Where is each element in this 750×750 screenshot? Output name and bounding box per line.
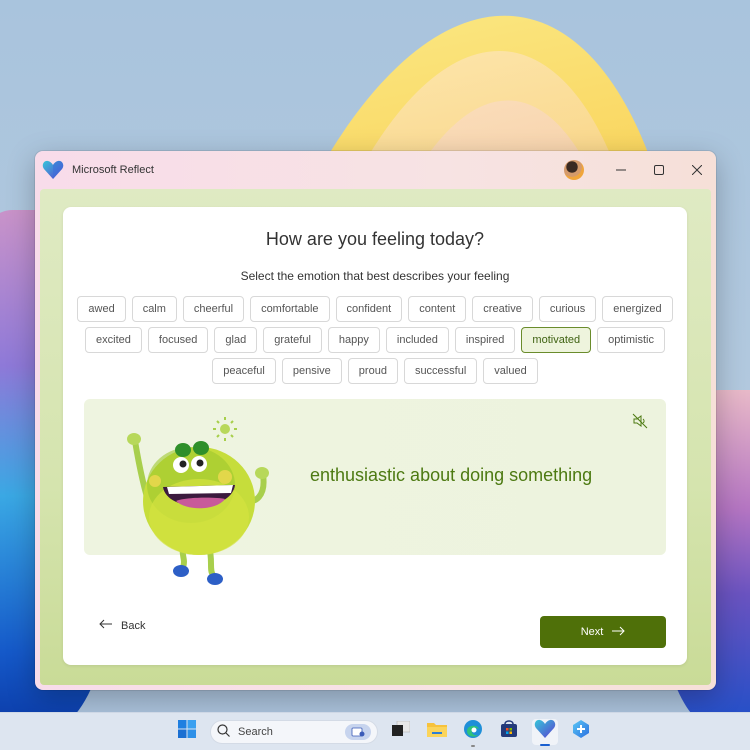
next-label: Next bbox=[580, 626, 604, 638]
taskbar-search[interactable]: Search bbox=[210, 719, 378, 744]
arrow-right-icon bbox=[611, 626, 626, 639]
search-placeholder: Search bbox=[238, 725, 273, 738]
emotion-chip-grateful[interactable]: grateful bbox=[263, 327, 322, 353]
task-view-icon bbox=[392, 720, 411, 742]
emotion-chip-happy[interactable]: happy bbox=[327, 327, 380, 353]
close-icon bbox=[691, 163, 703, 178]
user-avatar[interactable] bbox=[564, 160, 584, 180]
reflect-taskbar-button[interactable] bbox=[532, 718, 558, 746]
sun-icon bbox=[213, 417, 237, 441]
emotion-chip-row: awed calm cheerful comfortable confident cont… bbox=[77, 296, 673, 322]
emotion-card: How are you feeling today? Select the em… bbox=[63, 207, 687, 665]
emotion-chip-pensive[interactable]: pensive bbox=[281, 358, 342, 384]
emotion-description: enthusiastic about doing something bbox=[310, 465, 593, 485]
emotion-chip-inspired[interactable]: inspired bbox=[454, 327, 516, 353]
back-label: Back bbox=[121, 619, 146, 632]
store-button[interactable] bbox=[496, 719, 522, 745]
emotion-chip-successful[interactable]: successful bbox=[403, 358, 478, 384]
heart-logo-icon bbox=[42, 159, 64, 181]
emotion-chip-excited[interactable]: excited bbox=[85, 327, 142, 353]
emotion-chip-energized[interactable]: energized bbox=[602, 296, 673, 322]
emotion-chip-confident[interactable]: confident bbox=[335, 296, 403, 322]
maximize-button[interactable] bbox=[640, 155, 678, 185]
emotion-chip-proud[interactable]: proud bbox=[347, 358, 398, 384]
emotion-chip-comfortable[interactable]: comfortable bbox=[250, 296, 330, 322]
copilot-button[interactable] bbox=[568, 719, 594, 745]
edge-button[interactable] bbox=[460, 719, 486, 747]
start-icon bbox=[178, 720, 196, 743]
emotion-chip-content[interactable]: content bbox=[408, 296, 467, 322]
emotion-chip-list: awed calm cheerful comfortable confident cont… bbox=[77, 296, 673, 384]
emotion-chip-glad[interactable]: glad bbox=[214, 327, 258, 353]
search-icon bbox=[217, 723, 230, 740]
maximize-icon bbox=[654, 163, 664, 178]
minimize-icon bbox=[616, 163, 626, 178]
taskbar: Search bbox=[0, 712, 750, 750]
back-button[interactable]: Back bbox=[99, 619, 145, 632]
emotion-chip-motivated[interactable]: motivated bbox=[521, 327, 592, 353]
app-window: Microsoft Reflect How are you feeling to… bbox=[35, 151, 716, 690]
emotion-chip-focused[interactable]: focused bbox=[147, 327, 209, 353]
green-monster-illustration bbox=[121, 415, 271, 585]
app-title: Microsoft Reflect bbox=[72, 164, 154, 176]
file-explorer-button[interactable] bbox=[424, 719, 450, 745]
copilot-icon bbox=[571, 719, 591, 744]
store-icon bbox=[500, 720, 518, 743]
emotion-chip-creative[interactable]: creative bbox=[472, 296, 533, 322]
emotion-feature-panel: enthusiastic about doing something bbox=[84, 399, 666, 585]
minimize-button[interactable] bbox=[602, 155, 640, 185]
page-title: How are you feeling today? bbox=[265, 229, 485, 249]
page-subtitle: Select the emotion that best describes y… bbox=[240, 269, 510, 283]
emotion-chip-awed[interactable]: awed bbox=[77, 296, 126, 322]
emotion-chip-cheerful[interactable]: cheerful bbox=[182, 296, 245, 322]
reflect-icon bbox=[534, 719, 556, 744]
emotion-chip-included[interactable]: included bbox=[385, 327, 449, 353]
emotion-chip-optimistic[interactable]: optimistic bbox=[597, 327, 665, 353]
search-highlight-icon bbox=[345, 723, 371, 740]
emotion-chip-calm[interactable]: calm bbox=[131, 296, 177, 322]
emotion-chip-curious[interactable]: curious bbox=[538, 296, 597, 322]
speaker-muted-icon[interactable] bbox=[632, 413, 648, 429]
next-button[interactable]: Next bbox=[540, 616, 666, 648]
arrow-left-icon bbox=[99, 619, 113, 632]
title-bar[interactable]: Microsoft Reflect bbox=[35, 151, 716, 189]
emotion-chip-valued[interactable]: valued bbox=[483, 358, 538, 384]
task-view-button[interactable] bbox=[388, 719, 414, 745]
emotion-chip-peaceful[interactable]: peaceful bbox=[212, 358, 276, 384]
file-explorer-icon bbox=[427, 721, 447, 742]
edge-icon bbox=[463, 719, 483, 744]
emotion-chip-row: excited focused glad grateful happy included i… bbox=[85, 327, 665, 353]
start-button[interactable] bbox=[174, 719, 200, 745]
close-button[interactable] bbox=[678, 155, 716, 185]
emotion-chip-row: peaceful pensive proud successful valued bbox=[212, 358, 538, 384]
